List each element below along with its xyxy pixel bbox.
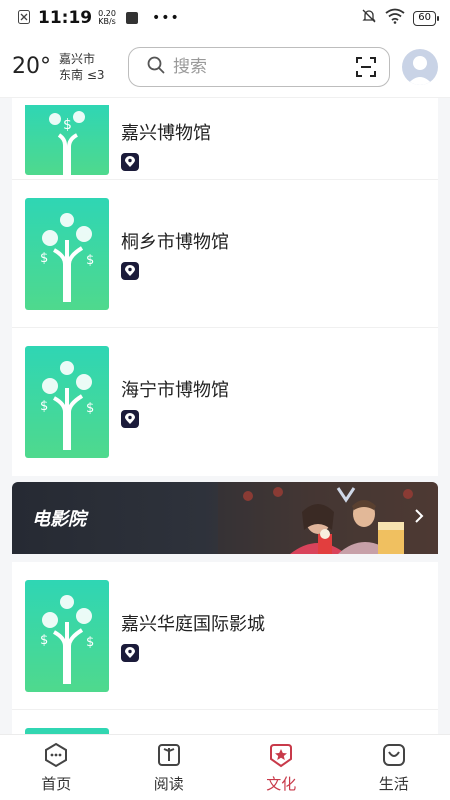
- svg-text:$: $: [86, 253, 94, 268]
- venue-name: 嘉兴华庭国际影城: [121, 613, 265, 635]
- bottom-navigation: 首页 阅读 文化 生活: [0, 734, 450, 800]
- list-item[interactable]: $ 嘉兴博物馆: [12, 98, 438, 180]
- nav-home[interactable]: 首页: [0, 735, 113, 800]
- bag-icon: [380, 741, 408, 769]
- user-avatar[interactable]: [402, 48, 438, 85]
- venue-thumbnail: $: [25, 105, 109, 175]
- museum-list: $ 嘉兴博物馆 $ $ 桐乡市博物馆 $ $ 海宁市博物馆: [12, 98, 438, 476]
- venue-name: 海宁市博物馆: [121, 380, 229, 401]
- nav-reading[interactable]: 阅读: [113, 735, 226, 800]
- nav-label: 生活: [378, 775, 409, 793]
- svg-text:$: $: [63, 117, 72, 133]
- app-screen: 11:19 0.20 KB/s ••• 60 20° 嘉兴市 东南 ≤3 搜索 …: [0, 0, 450, 800]
- venue-info: 桐乡市博物馆: [121, 228, 229, 280]
- net-speed-unit: KB/s: [98, 17, 116, 26]
- content-list[interactable]: $ 嘉兴博物馆 $ $ 桐乡市博物馆 $ $ 海宁市博物馆 电影院 $ $ 嘉兴…: [12, 98, 438, 734]
- clock: 11:19: [38, 8, 93, 28]
- wind-info: 东南 ≤3: [59, 67, 105, 82]
- nav-label: 阅读: [153, 775, 184, 793]
- svg-text:$: $: [86, 635, 94, 650]
- venue-info: 海宁市博物馆: [121, 376, 229, 428]
- venue-thumbnail: $ $: [25, 197, 109, 310]
- network-speed: 0.20 KB/s: [98, 10, 116, 26]
- cinema-list: $ $ 嘉兴华庭国际影城: [12, 562, 438, 734]
- home-icon: [42, 741, 70, 769]
- nav-label: 首页: [41, 775, 72, 793]
- venue-info: 嘉兴华庭国际影城: [121, 610, 265, 662]
- svg-text:$: $: [40, 399, 48, 414]
- status-bar: 11:19 0.20 KB/s ••• 60: [0, 0, 450, 36]
- nav-label: 文化: [266, 775, 297, 793]
- location-pin-icon[interactable]: [121, 153, 139, 171]
- cinema-section-banner[interactable]: 电影院: [12, 482, 438, 554]
- svg-text:$: $: [40, 251, 48, 266]
- city-name: 嘉兴市: [59, 51, 96, 66]
- money-tree-icon: $ $: [40, 594, 94, 684]
- section-title: 电影院: [32, 509, 86, 530]
- more-notifications-icon: •••: [151, 10, 180, 26]
- mute-bell-icon: [361, 8, 377, 28]
- weather-location: 嘉兴市 东南 ≤3: [59, 51, 105, 83]
- app-notification-icon: [125, 12, 138, 24]
- weather-widget[interactable]: 20° 嘉兴市 东南 ≤3: [12, 51, 128, 83]
- location-pin-icon[interactable]: [121, 261, 139, 280]
- money-tree-icon: $ $: [40, 212, 94, 302]
- top-header: 20° 嘉兴市 东南 ≤3: [0, 36, 450, 98]
- money-tree-icon: $ $: [40, 361, 94, 450]
- list-item[interactable]: $ $ 嘉兴华庭国际影城: [12, 562, 438, 710]
- venue-info: 嘉兴博物馆: [121, 119, 211, 171]
- list-item[interactable]: $ $ 海宁市博物馆: [12, 328, 438, 476]
- svg-text:$: $: [86, 401, 94, 416]
- location-pin-icon[interactable]: [121, 410, 139, 428]
- book-icon: [155, 741, 183, 769]
- venue-name: 桐乡市博物馆: [121, 231, 229, 253]
- venue-name: 嘉兴博物馆: [121, 123, 211, 144]
- venue-thumbnail: $ $: [25, 579, 109, 692]
- list-item[interactable]: [12, 710, 438, 734]
- search-input[interactable]: [173, 56, 343, 77]
- search-bar[interactable]: [128, 46, 390, 87]
- money-tree-icon: $: [49, 111, 85, 175]
- nav-life[interactable]: 生活: [338, 735, 450, 800]
- notification-icon: [18, 9, 30, 28]
- search-icon: [147, 56, 165, 78]
- scan-icon[interactable]: [355, 56, 377, 78]
- venue-thumbnail: $ $: [25, 346, 109, 458]
- location-pin-icon[interactable]: [121, 643, 139, 662]
- nav-culture[interactable]: 文化: [225, 735, 338, 800]
- battery-indicator: 60: [413, 10, 439, 26]
- list-item[interactable]: $ $ 桐乡市博物馆: [12, 180, 438, 328]
- avatar-person-icon: [407, 55, 433, 85]
- culture-star-icon: [267, 741, 295, 769]
- svg-text:$: $: [40, 633, 48, 648]
- temperature: 20°: [12, 54, 51, 79]
- wifi-icon: [385, 8, 405, 28]
- chevron-right-icon[interactable]: [414, 508, 424, 528]
- cinema-couple-image: [218, 482, 438, 554]
